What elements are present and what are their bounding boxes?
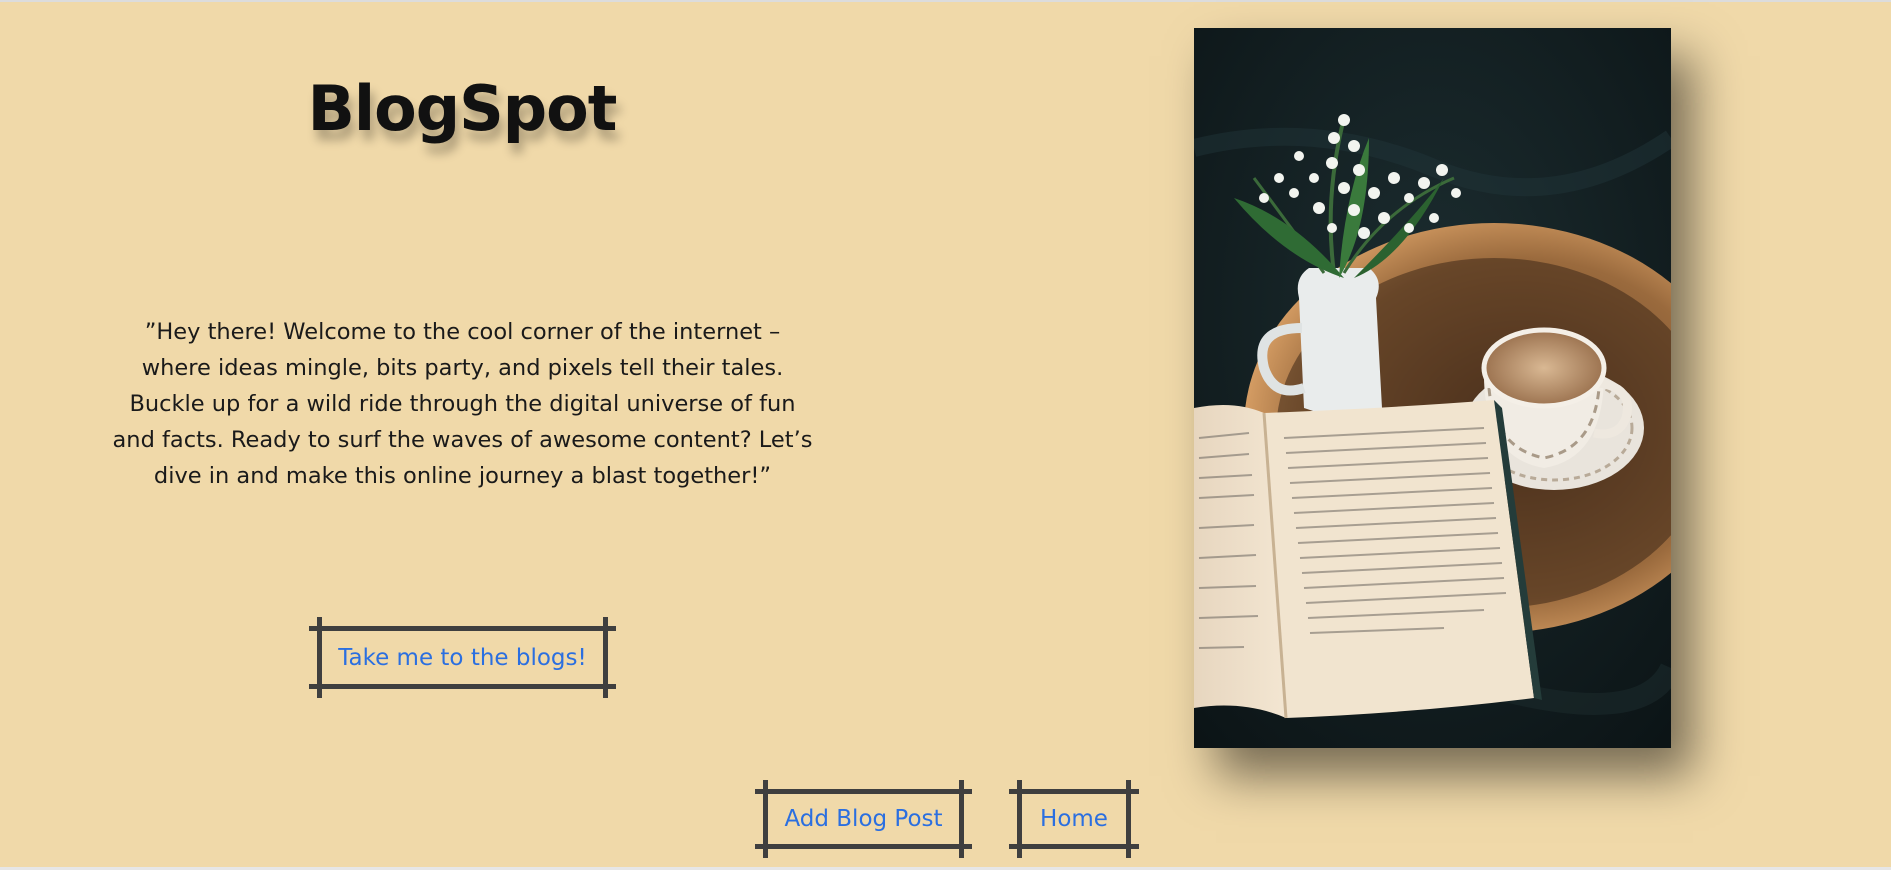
home-label: Home (1040, 806, 1108, 832)
frame-post-right (603, 617, 608, 698)
frame-post-left (763, 780, 768, 858)
site-title: BlogSpot (307, 72, 618, 145)
frame-post-right (1126, 780, 1131, 858)
take-me-to-blogs-label: Take me to the blogs! (338, 644, 587, 671)
take-me-to-blogs-button[interactable]: Take me to the blogs! (309, 617, 616, 698)
add-blog-post-label: Add Blog Post (784, 806, 943, 832)
frame-post-left (317, 617, 322, 698)
add-blog-post-button[interactable]: Add Blog Post (755, 780, 972, 858)
book-coffee-flowers-illustration (1194, 28, 1671, 748)
frame-post-right (959, 780, 964, 858)
welcome-text: ”Hey there! Welcome to the cool corner o… (112, 319, 813, 489)
hero-photo (1194, 28, 1671, 748)
home-button[interactable]: Home (1009, 780, 1139, 858)
frame-post-left (1017, 780, 1022, 858)
page: BlogSpot ”Hey there! Welcome to the cool… (0, 0, 1891, 870)
